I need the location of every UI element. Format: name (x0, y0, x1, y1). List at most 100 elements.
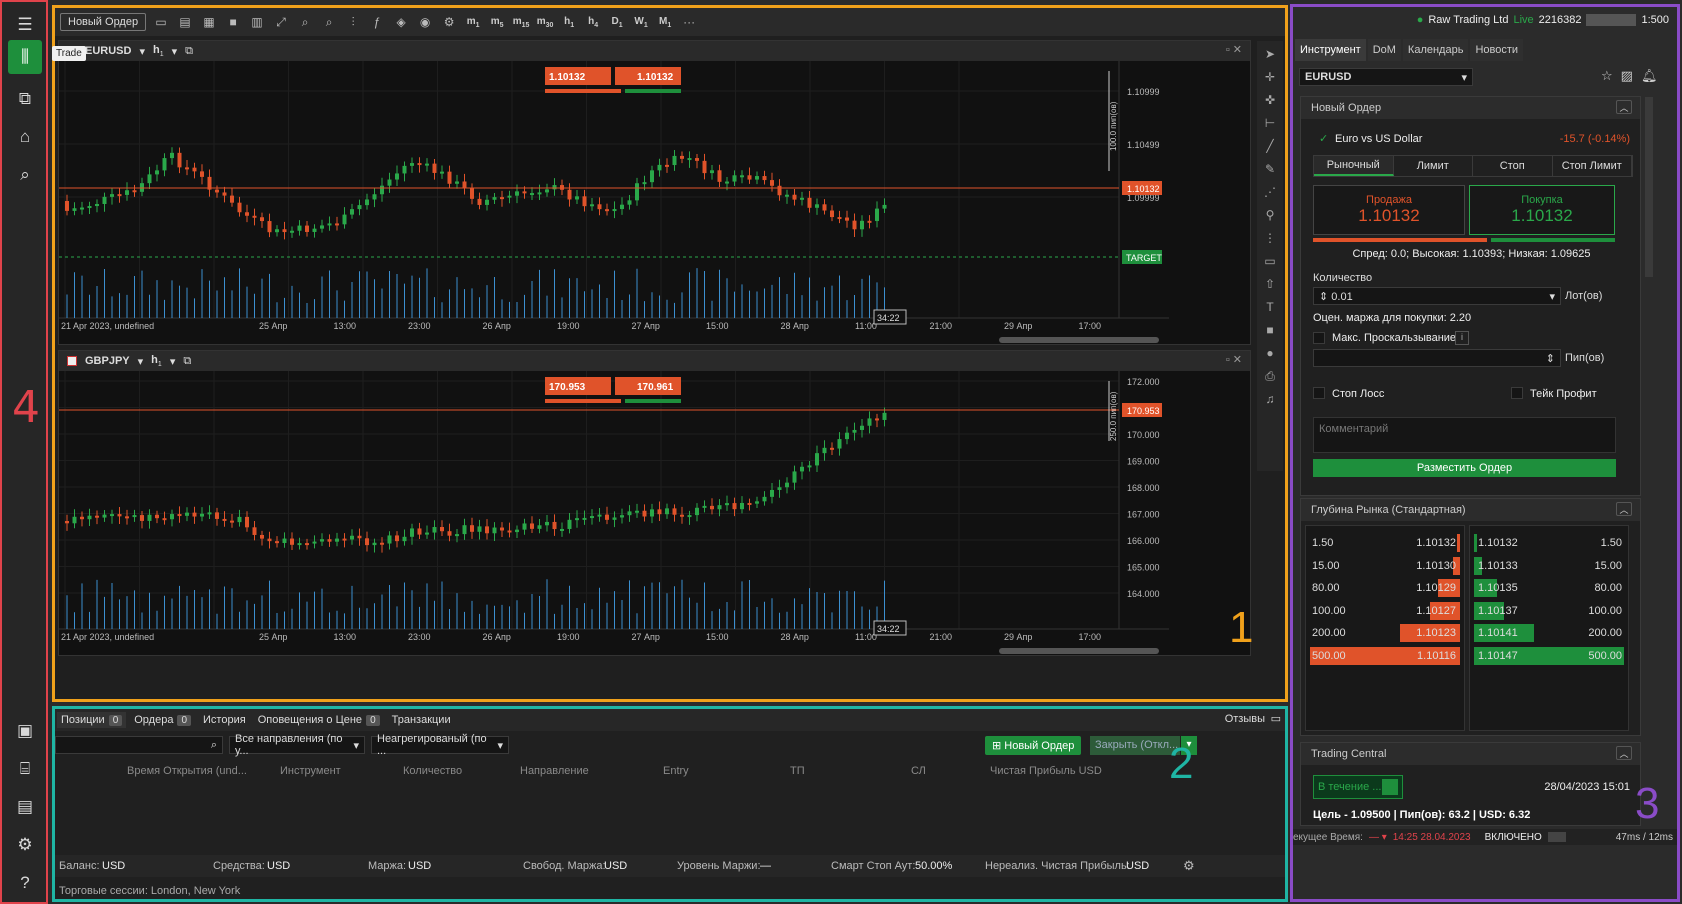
chevron-down-icon[interactable]: ▾ (172, 45, 178, 58)
tab-stop-limit[interactable]: Стоп Лимит (1553, 156, 1632, 176)
col-quantity[interactable]: Количество (403, 765, 462, 777)
fib-icon[interactable]: ⋰ (1264, 185, 1276, 204)
tab-calendar[interactable]: Календарь (1402, 39, 1469, 61)
col-tp[interactable]: ТП (790, 765, 805, 777)
dom-sell-row[interactable]: 15.00 1.10130 (1306, 556, 1464, 575)
chart-symbol[interactable]: EURUSD (85, 45, 131, 57)
chart-symbol[interactable]: GBPJPY (85, 355, 130, 367)
level-icon[interactable]: ⊢ (1265, 116, 1275, 135)
dom-buy-row[interactable]: 1.10135 80.00 (1470, 579, 1628, 597)
layout-split-icon[interactable]: ▥ (248, 13, 266, 31)
slippage-input[interactable]: ⇕ (1313, 349, 1561, 367)
bell-icon[interactable]: ♫ (1266, 392, 1275, 411)
max-slippage-checkbox[interactable] (1313, 332, 1325, 344)
tab-instrument[interactable]: Инструмент (1295, 39, 1366, 61)
timeframe-button[interactable]: m30 (536, 16, 554, 29)
trade-icon[interactable]: ⫼ (8, 40, 42, 74)
take-profit-checkbox[interactable] (1511, 387, 1523, 399)
window-controls[interactable]: ▫ ✕ (1226, 353, 1242, 366)
chart-timeframe[interactable]: h1 (153, 44, 164, 58)
line-icon[interactable]: ╱ (1266, 139, 1273, 158)
grid-icon[interactable]: ⋮ (1264, 231, 1276, 250)
chevron-up-icon[interactable]: ︿ (1616, 100, 1632, 114)
crosshair-alt-icon[interactable]: ✜ (1265, 93, 1275, 112)
timeframe-button[interactable]: m1 (464, 16, 482, 29)
zoom-out-icon[interactable]: ⌕ (296, 13, 314, 31)
zoom-in-icon[interactable]: ⌕ (320, 13, 338, 31)
wallet-icon[interactable]: ▤ (8, 790, 42, 824)
feedback-link[interactable]: Отзывы (1225, 713, 1265, 725)
copy-icon[interactable]: ⧉ (8, 82, 42, 116)
automate-icon[interactable]: ⌂ (8, 120, 42, 154)
dom-sell-row[interactable]: 200.00 1.10123 (1306, 624, 1464, 642)
chart-window-gbpjpy[interactable]: GBPJPY ▾ h1 ▾ ⧉ ▫ ✕ 172.000171.000170.00… (58, 350, 1251, 656)
dom-buy-row[interactable]: 1.10132 1.50 (1470, 534, 1628, 552)
sell-button[interactable]: Продажа 1.10132 (1313, 185, 1465, 235)
tab-dom[interactable]: DoM (1367, 39, 1401, 61)
bank-icon[interactable]: ⌸ (8, 752, 42, 786)
tab-stop[interactable]: Стоп (1473, 156, 1553, 176)
col-sl[interactable]: СЛ (911, 765, 926, 777)
col-entry[interactable]: Entry (663, 765, 689, 777)
tab-price-alerts[interactable]: Оповещения о Цене 0 (254, 712, 384, 728)
timeframe-button[interactable]: h1 (560, 16, 578, 29)
chevron-down-icon[interactable]: ▾ (138, 355, 144, 368)
col-instrument[interactable]: Инструмент (280, 765, 341, 777)
feedback-icon[interactable]: ▭ (1271, 712, 1281, 725)
timeframe-button[interactable]: D1 (608, 16, 626, 29)
comment-field[interactable]: Комментарий (1313, 417, 1616, 453)
close-positions-button[interactable]: Закрыть (Откл... (1090, 736, 1180, 755)
dom-buy-row[interactable]: 1.10147 500.00 (1470, 646, 1628, 665)
crosshair-icon[interactable]: ✛ (1265, 70, 1275, 89)
tab-transactions[interactable]: Транзакции (388, 712, 455, 728)
tab-limit[interactable]: Лимит (1394, 156, 1473, 176)
dom-buy-row[interactable]: 1.10133 15.00 (1470, 556, 1628, 575)
timeframe-button[interactable]: W1 (632, 16, 650, 29)
layers-icon[interactable]: ◈ (392, 13, 410, 31)
scrollbar[interactable] (1645, 97, 1653, 277)
new-order-title[interactable]: Новый Ордер ︿ (1301, 97, 1640, 119)
pin-icon[interactable]: ⚲ (1266, 208, 1275, 227)
link-icon[interactable]: ⧉ (183, 355, 191, 368)
col-open-time[interactable]: Время Открытия (und... (127, 765, 247, 777)
chart-plot[interactable]: 172.000171.000170.000169.000168.000167.0… (59, 371, 1250, 655)
dom-sell-row[interactable]: 100.00 1.10127 (1306, 601, 1464, 620)
star-icon[interactable]: ☆ (1601, 68, 1613, 84)
briefcase-icon[interactable]: ▣ (8, 714, 42, 748)
chart-timeframe[interactable]: h1 (151, 354, 162, 368)
timeframe-button[interactable]: m15 (512, 16, 530, 29)
new-order-button[interactable]: Новый Ордер (60, 13, 147, 31)
account-header[interactable]: ● Raw Trading Ltd Live 2216382 1:500 (1293, 7, 1677, 33)
window-controls[interactable]: ▫ ✕ (1226, 43, 1242, 56)
chevron-up-icon[interactable]: ︿ (1616, 502, 1632, 516)
more-icon[interactable]: ··· (680, 13, 698, 31)
candles-icon[interactable]: ⫶ (344, 13, 362, 31)
layout-grid-icon[interactable]: ▦ (200, 13, 218, 31)
search-input[interactable]: ⌕ (55, 736, 223, 754)
settings-icon[interactable]: ⚙ (1183, 858, 1195, 874)
timeframe-button[interactable]: M1 (656, 16, 674, 29)
indicator-icon[interactable]: ƒ (368, 13, 386, 31)
layout-single-icon[interactable]: ▤ (176, 13, 194, 31)
dom-sell-row[interactable]: 500.00 1.10116 (1306, 646, 1464, 665)
tab-orders[interactable]: Ордера 0 (130, 712, 195, 728)
new-order-button[interactable]: ⊞ Новый Ордер (985, 736, 1082, 755)
symbol-select[interactable]: EURUSD ▾ (1299, 68, 1473, 86)
toggle-icon[interactable] (1547, 832, 1566, 842)
timeframe-button[interactable]: h4 (584, 16, 602, 29)
dom-title[interactable]: Глубина Рынка (Стандартная) ︿ (1301, 499, 1640, 521)
chart-mode-icon[interactable]: ⤢ (272, 13, 290, 31)
arrow-up-icon[interactable]: ⇧ (1265, 277, 1275, 296)
col-net-profit[interactable]: Чистая Прибыль USD (990, 765, 1102, 777)
chart-icon[interactable]: ▨ (1621, 68, 1633, 84)
chevron-up-icon[interactable]: ︿ (1616, 746, 1632, 760)
screen-icon[interactable]: ▭ (152, 13, 170, 31)
tab-market[interactable]: Рыночный (1314, 156, 1394, 176)
eye-icon[interactable]: ◉ (416, 13, 434, 31)
camera-icon[interactable]: ⎙ (1265, 369, 1275, 388)
layout-full-icon[interactable]: ■ (224, 13, 242, 31)
record-icon[interactable]: ● (1266, 346, 1273, 365)
cursor-icon[interactable]: ➤ (1265, 47, 1275, 66)
text-icon[interactable]: T (1266, 300, 1273, 319)
buy-button[interactable]: Покупка 1.10132 (1469, 185, 1615, 235)
